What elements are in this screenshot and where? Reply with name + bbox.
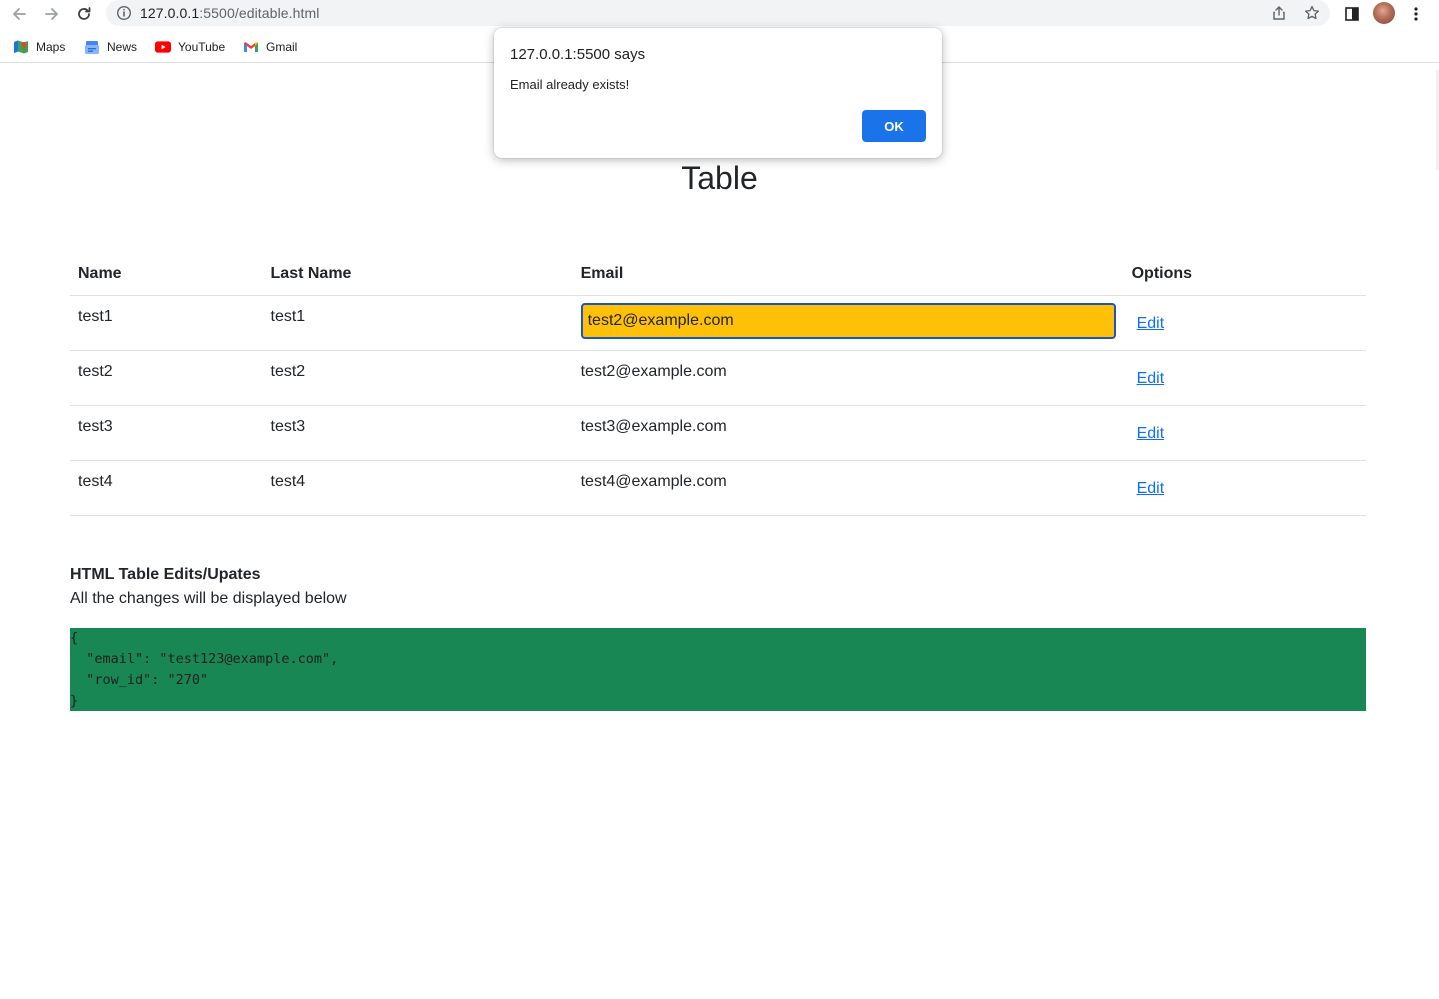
edit-link[interactable]: Edit (1137, 370, 1165, 388)
forward-button[interactable] (41, 3, 63, 25)
back-arrow-icon (13, 8, 26, 20)
cell-name: test1 (70, 295, 263, 351)
bookmark-maps[interactable]: Maps (13, 39, 65, 55)
cell-email: test2@example.com (572, 350, 1124, 406)
address-bar[interactable]: 127.0.0.1:5500/editable.html (106, 0, 1330, 26)
side-panel-button[interactable] (1341, 3, 1363, 25)
table-row: test3 test3 test3@example.com Edit (70, 405, 1366, 461)
page-title: Table (681, 160, 758, 196)
table-header-row: Name Last Name Email Options (70, 255, 1366, 296)
news-icon (84, 39, 100, 55)
bookmark-label: Gmail (266, 40, 298, 54)
cell-options: Edit (1123, 350, 1366, 406)
browser-menu-button[interactable] (1405, 3, 1427, 25)
editable-table: Name Last Name Email Options test1 test1… (70, 255, 1366, 516)
cell-name: test2 (70, 350, 263, 406)
reload-button[interactable] (73, 3, 95, 25)
star-icon (1304, 5, 1320, 20)
edits-subtitle: All the changes will be displayed below (70, 590, 347, 607)
edits-heading: HTML Table Edits/Upates (70, 566, 261, 583)
cell-email: test3@example.com (572, 405, 1124, 461)
column-header-email: Email (572, 255, 1124, 296)
column-header-options: Options (1123, 255, 1366, 296)
url-path: :5500/editable.html (199, 5, 320, 21)
bookmark-label: Maps (36, 40, 66, 54)
dialog-title: 127.0.0.1:5500 says (510, 46, 646, 63)
reload-icon (78, 7, 91, 20)
cell-name: test3 (70, 405, 263, 461)
forward-arrow-icon (45, 8, 58, 20)
bookmark-gmail[interactable]: Gmail (243, 39, 297, 55)
cell-email (572, 295, 1124, 351)
cell-name: test4 (70, 460, 263, 516)
column-header-name: Name (70, 255, 263, 296)
bookmark-star-button[interactable] (1303, 4, 1321, 22)
gmail-icon (243, 39, 259, 55)
youtube-icon (155, 39, 171, 55)
cell-options: Edit (1123, 405, 1366, 461)
cell-last-name: test2 (262, 350, 573, 406)
table-row: test1 test1 Edit (70, 295, 1366, 351)
table-row: test4 test4 test4@example.com Edit (70, 460, 1366, 516)
kebab-menu-icon (1414, 7, 1418, 21)
edit-link[interactable]: Edit (1137, 480, 1165, 498)
json-output-text: { "email": "test123@example.com", "row_i… (70, 628, 1366, 712)
bookmark-label: YouTube (178, 40, 226, 54)
json-line: } (70, 693, 79, 709)
cell-last-name: test1 (262, 295, 573, 351)
bookmark-youtube[interactable]: YouTube (155, 39, 225, 55)
cell-last-name: test4 (262, 460, 573, 516)
cell-options: Edit (1123, 295, 1366, 351)
json-line: "row_id": "270" (70, 672, 209, 688)
share-icon (1273, 6, 1285, 20)
url-host: 127.0.0.1 (140, 5, 200, 21)
maps-icon (13, 39, 29, 55)
changes-json-output: { "email": "test123@example.com", "row_i… (70, 628, 1366, 711)
cell-last-name: test3 (262, 405, 573, 461)
bookmark-label: News (107, 40, 138, 54)
table-row: test2 test2 test2@example.com Edit (70, 350, 1366, 406)
back-button[interactable] (8, 3, 30, 25)
alert-dialog: 127.0.0.1:5500 says Email already exists… (494, 28, 942, 158)
site-info-icon[interactable] (116, 5, 132, 21)
json-line: "email": "test123@example.com", (70, 651, 339, 667)
share-button[interactable] (1270, 4, 1288, 22)
cell-options: Edit (1123, 460, 1366, 516)
ok-button[interactable]: OK (862, 110, 926, 142)
browser-toolbar: 127.0.0.1:5500/editable.html (0, 0, 1439, 27)
cell-email: test4@example.com (572, 460, 1124, 516)
email-edit-input[interactable] (580, 302, 1116, 339)
json-line: { (70, 630, 79, 646)
dialog-message: Email already exists! (510, 77, 630, 92)
edit-link[interactable]: Edit (1137, 315, 1165, 333)
edit-link[interactable]: Edit (1137, 425, 1165, 443)
side-panel-icon (1345, 7, 1359, 21)
url-text: 127.0.0.1:5500/editable.html (140, 5, 320, 21)
profile-avatar[interactable] (1373, 2, 1395, 24)
column-header-last-name: Last Name (262, 255, 573, 296)
bookmark-news[interactable]: News (84, 39, 137, 55)
